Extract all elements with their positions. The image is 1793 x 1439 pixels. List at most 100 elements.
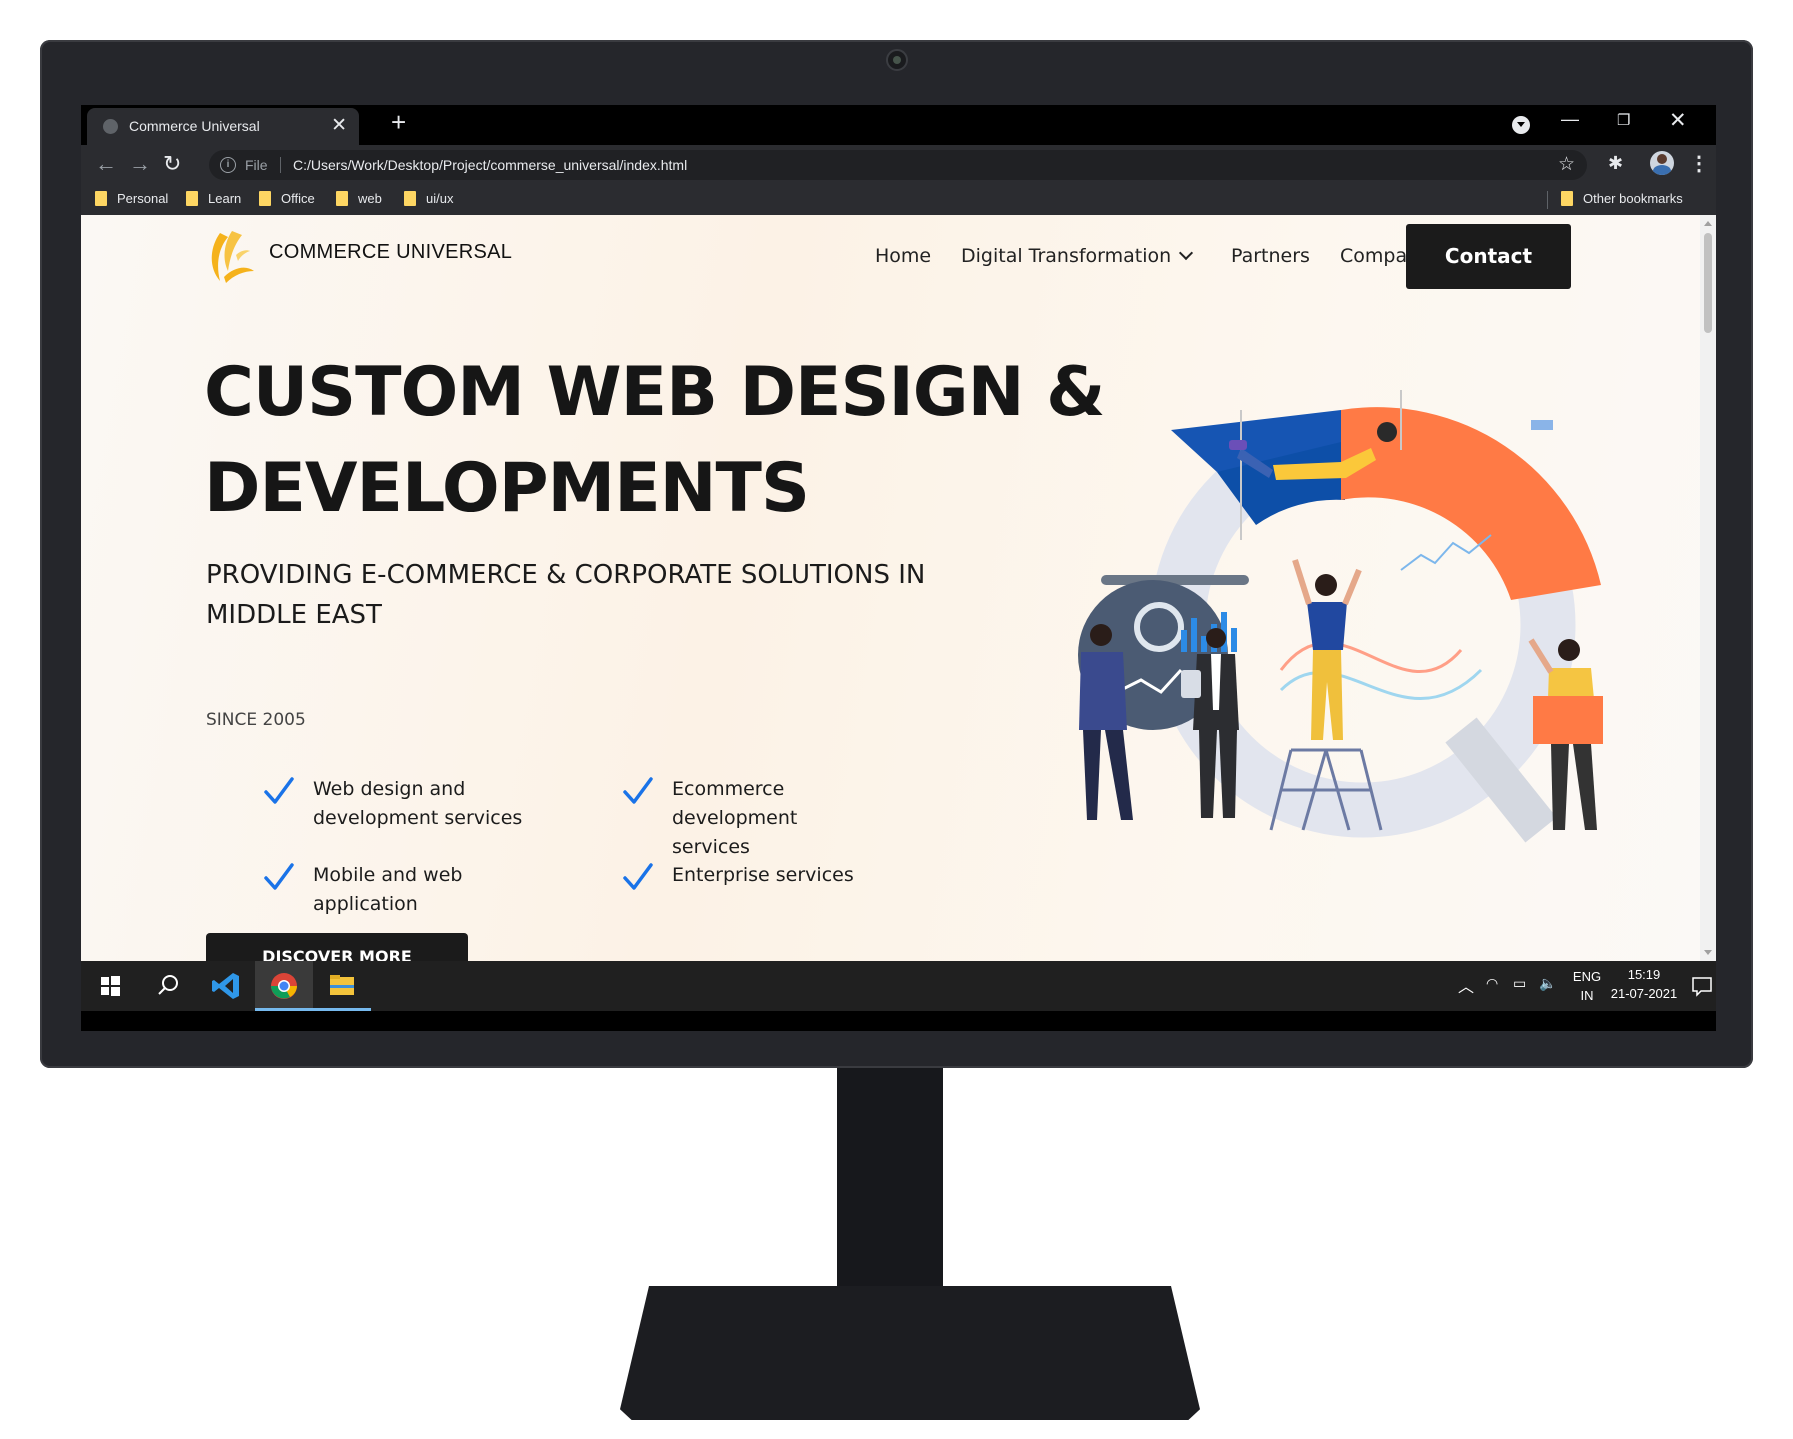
new-tab-button[interactable]: + bbox=[391, 107, 406, 138]
nav-partners[interactable]: Partners bbox=[1231, 245, 1310, 267]
tab-search-icon[interactable] bbox=[1512, 116, 1530, 134]
vscode-icon[interactable] bbox=[197, 961, 255, 1011]
service-label: Enterprise services bbox=[672, 861, 912, 893]
bookmark-personal[interactable]: Personal bbox=[95, 191, 168, 206]
folder-icon bbox=[259, 191, 271, 206]
browser-toolbar: ← → ↻ i File C:/Users/Work/Desktop/Proje… bbox=[81, 145, 1716, 185]
profile-avatar[interactable] bbox=[1650, 151, 1674, 175]
brand-name[interactable]: COMMERCE UNIVERSAL bbox=[269, 241, 512, 264]
forward-icon[interactable]: → bbox=[129, 151, 151, 177]
service-item: Web design and development services bbox=[263, 775, 553, 833]
page-scrollbar[interactable] bbox=[1700, 215, 1716, 961]
tab-title: Commerce Universal bbox=[129, 118, 260, 134]
service-item: Enterprise services bbox=[622, 861, 912, 893]
web-page: COMMERCE UNIVERSAL Home Digital Transfor… bbox=[81, 215, 1716, 961]
logo-icon[interactable] bbox=[206, 227, 258, 292]
discover-more-button[interactable]: DISCOVER MORE bbox=[206, 933, 468, 961]
service-label-line: Ecommerce development bbox=[672, 778, 798, 829]
minimize-icon[interactable]: — bbox=[1561, 109, 1579, 130]
address-bar[interactable]: i File C:/Users/Work/Desktop/Project/com… bbox=[209, 150, 1587, 180]
monitor-stand-base bbox=[620, 1286, 1200, 1420]
bookmark-other[interactable]: Other bookmarks bbox=[1561, 191, 1683, 206]
browser-tab[interactable]: Commerce Universal ✕ bbox=[87, 108, 359, 145]
close-tab-icon[interactable]: ✕ bbox=[331, 114, 347, 137]
service-label-line: services bbox=[672, 836, 750, 858]
scroll-down-icon[interactable] bbox=[1704, 950, 1712, 955]
window-close-icon[interactable]: ✕ bbox=[1669, 108, 1687, 133]
service-label: Mobile and web application bbox=[313, 861, 553, 919]
chrome-icon[interactable] bbox=[255, 961, 313, 1011]
globe-icon bbox=[103, 119, 118, 134]
star-icon[interactable]: ☆ bbox=[1558, 153, 1575, 176]
info-icon[interactable]: i bbox=[220, 157, 236, 173]
service-item: Mobile and web application bbox=[263, 861, 553, 919]
webcam bbox=[885, 49, 908, 71]
restore-icon[interactable]: ❐ bbox=[1617, 111, 1630, 129]
bookmarks-bar: Personal Learn Office web ui/ux Other bo… bbox=[81, 185, 1716, 215]
folder-icon bbox=[95, 191, 107, 206]
contact-button[interactable]: Contact bbox=[1406, 224, 1571, 289]
bookmark-label: Office bbox=[281, 191, 315, 206]
bookmark-office[interactable]: Office bbox=[259, 191, 315, 206]
monitor-stand-neck bbox=[837, 1068, 943, 1296]
hero-subtitle-line-2: MIDDLE EAST bbox=[206, 600, 382, 630]
nav-home[interactable]: Home bbox=[875, 245, 931, 267]
clock-date: 21-07-2021 bbox=[1610, 986, 1678, 1001]
file-label: File bbox=[245, 157, 268, 173]
bookmark-learn[interactable]: Learn bbox=[186, 191, 241, 206]
bookmark-web[interactable]: web bbox=[336, 191, 382, 206]
file-explorer-icon[interactable] bbox=[313, 961, 371, 1011]
search-icon[interactable] bbox=[139, 961, 197, 1011]
folder-icon bbox=[336, 191, 348, 206]
nav-digital-transformation[interactable]: Digital Transformation bbox=[961, 245, 1194, 267]
service-label-line: application bbox=[313, 893, 418, 915]
hero-title-line-2: DEVELOPMENTS bbox=[204, 449, 810, 528]
chevron-up-icon[interactable]: ︿ bbox=[1458, 973, 1474, 997]
folder-icon bbox=[1561, 191, 1573, 206]
hero-illustration bbox=[1078, 390, 1603, 843]
browser-tab-strip: Commerce Universal ✕ + — ❐ ✕ bbox=[81, 105, 1716, 145]
bookmark-label: Personal bbox=[117, 191, 169, 206]
person-center bbox=[1269, 559, 1383, 831]
service-label: Ecommerce development services bbox=[672, 775, 912, 862]
service-label: Web design and development services bbox=[313, 775, 553, 833]
divider bbox=[1547, 191, 1548, 209]
clock-time: 15:19 bbox=[1627, 967, 1661, 982]
back-icon[interactable]: ← bbox=[95, 151, 117, 177]
kebab-menu-icon[interactable]: ⋮ bbox=[1689, 151, 1709, 176]
clock[interactable]: 15:19 21-07-2021 bbox=[1607, 965, 1681, 1003]
battery-icon[interactable]: ▭ bbox=[1513, 975, 1526, 992]
chevron-down-icon bbox=[1179, 245, 1194, 261]
hero-title: CUSTOM WEB DESIGN & DEVELOPMENTS bbox=[204, 345, 1105, 537]
reload-icon[interactable]: ↻ bbox=[163, 151, 181, 177]
extensions-icon[interactable]: ✱ bbox=[1608, 153, 1623, 174]
service-item: Ecommerce development services bbox=[622, 775, 912, 862]
windows-start-icon[interactable] bbox=[81, 961, 139, 1011]
bookmark-label: Other bookmarks bbox=[1583, 191, 1683, 206]
language-code: ENG bbox=[1572, 969, 1602, 984]
screen: Commerce Universal ✕ + — ❐ ✕ ← → ↻ i Fil… bbox=[81, 105, 1716, 1031]
folder-icon bbox=[404, 191, 416, 206]
bookmark-uiux[interactable]: ui/ux bbox=[404, 191, 453, 206]
folder-icon bbox=[186, 191, 198, 206]
notification-icon[interactable] bbox=[1689, 961, 1716, 1011]
region-code: IN bbox=[1580, 988, 1594, 1003]
language-indicator[interactable]: ENG IN bbox=[1567, 967, 1607, 1005]
scroll-up-icon[interactable] bbox=[1704, 221, 1712, 226]
wifi-icon[interactable]: ◠ bbox=[1486, 975, 1498, 992]
taskbar: ︿ ◠ ▭ 🔈 ENG IN 15:19 21-07-2021 bbox=[81, 961, 1716, 1011]
nav-label: Digital Transformation bbox=[961, 245, 1172, 267]
bookmark-label: Learn bbox=[208, 191, 242, 206]
scroll-thumb[interactable] bbox=[1704, 233, 1712, 333]
service-label-line: Web design and bbox=[313, 778, 466, 800]
volume-icon[interactable]: 🔈 bbox=[1539, 975, 1556, 992]
bookmark-label: ui/ux bbox=[426, 191, 454, 206]
checkmark-icon bbox=[623, 863, 653, 890]
url-text[interactable]: C:/Users/Work/Desktop/Project/commerse_u… bbox=[293, 157, 687, 173]
service-label-line: development services bbox=[313, 807, 523, 829]
since-label: SINCE 2005 bbox=[206, 710, 306, 730]
service-label-line: Enterprise services bbox=[672, 864, 854, 886]
bookmark-label: web bbox=[358, 191, 382, 206]
hero-subtitle-line-1: PROVIDING E-COMMERCE & CORPORATE SOLUTIO… bbox=[206, 560, 926, 590]
checkmark-icon bbox=[264, 777, 294, 804]
